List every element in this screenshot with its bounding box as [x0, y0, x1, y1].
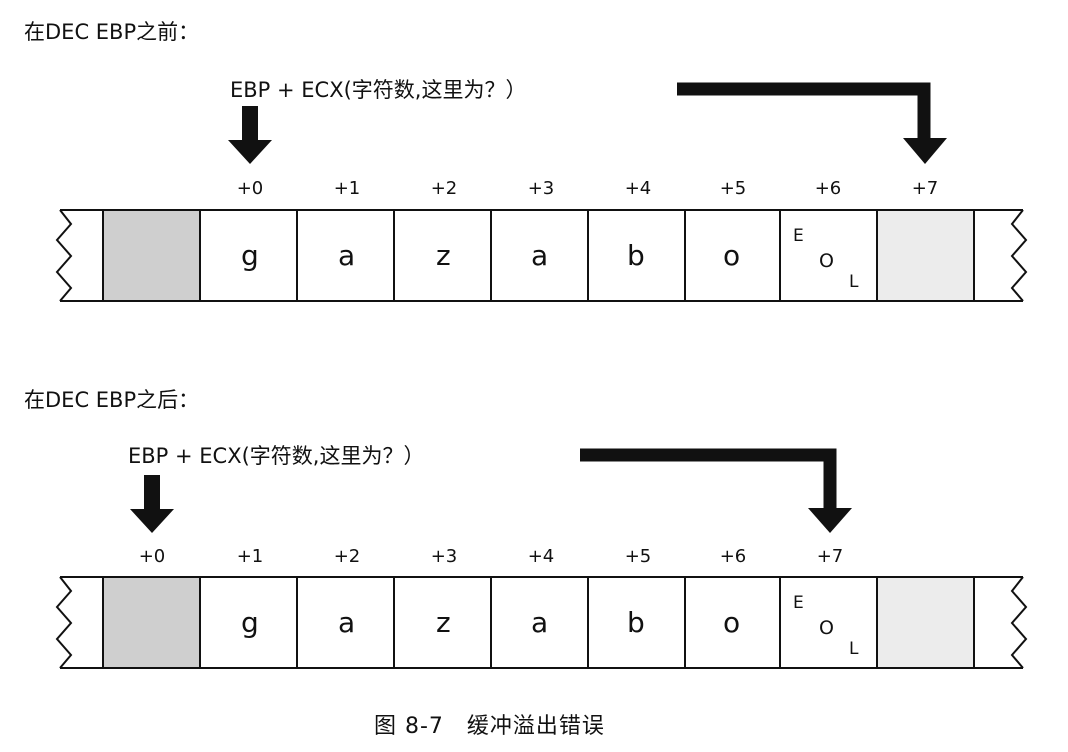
diagram-canvas: [55, 82, 1028, 669]
eol-e: E: [793, 593, 804, 613]
buffer-cell: z: [436, 239, 451, 272]
buffer-cell: z: [436, 606, 451, 639]
pointer-arrow-icon: [228, 106, 272, 164]
shaded-cell-right: [877, 577, 974, 668]
buffer-cell: a: [338, 239, 356, 272]
offset-label: +5: [719, 178, 747, 199]
panel-title: 在DEC EBP之前：: [24, 20, 200, 44]
eol-l: L: [849, 272, 859, 292]
offset-label: +5: [624, 546, 652, 567]
shaded-cell-left: [103, 577, 200, 668]
eol-l: L: [849, 639, 859, 659]
elbow-arrow-icon: [677, 82, 947, 164]
offset-label: +1: [236, 546, 264, 567]
pointer-label: EBP + ECX(字符数,这里为？）: [230, 78, 527, 102]
elbow-arrow-icon: [580, 448, 852, 533]
offset-label: +6: [719, 546, 747, 567]
break-right-icon: [1010, 209, 1028, 302]
shaded-cell-left: [103, 210, 200, 301]
offset-label: +4: [624, 178, 652, 199]
buffer-cell: b: [627, 239, 645, 272]
offset-label: +2: [430, 178, 458, 199]
buffer-cell: o: [723, 239, 741, 272]
eol-o: O: [819, 617, 834, 639]
offset-label: +6: [814, 178, 842, 199]
pointer-arrow-icon: [130, 475, 174, 533]
pointer-label: EBP + ECX(字符数,这里为？）: [128, 444, 425, 468]
offset-label: +7: [911, 178, 939, 199]
break-left-icon: [55, 209, 73, 302]
offset-label: +0: [138, 546, 166, 567]
offset-label: +0: [236, 178, 264, 199]
eol-o: O: [819, 250, 834, 272]
offset-label: +3: [430, 546, 458, 567]
buffer-cell: o: [723, 606, 741, 639]
buffer-cell: a: [531, 606, 549, 639]
break-right-icon: [1010, 576, 1028, 669]
buffer-cell: g: [241, 239, 259, 272]
offset-label: +3: [527, 178, 555, 199]
buffer-cell: g: [241, 606, 259, 639]
figure-caption: 图 8-7 缓冲溢出错误: [374, 714, 605, 739]
offset-label: +4: [527, 546, 555, 567]
offset-label: +2: [333, 546, 361, 567]
buffer-cell: a: [531, 239, 549, 272]
buffer-cell: b: [627, 606, 645, 639]
eol-e: E: [793, 226, 804, 246]
break-left-icon: [55, 576, 73, 669]
panel-title: 在DEC EBP之后：: [24, 388, 200, 412]
offset-label: +1: [333, 178, 361, 199]
buffer-cell: a: [338, 606, 356, 639]
offset-label: +7: [816, 546, 844, 567]
shaded-cell-right: [877, 210, 974, 301]
